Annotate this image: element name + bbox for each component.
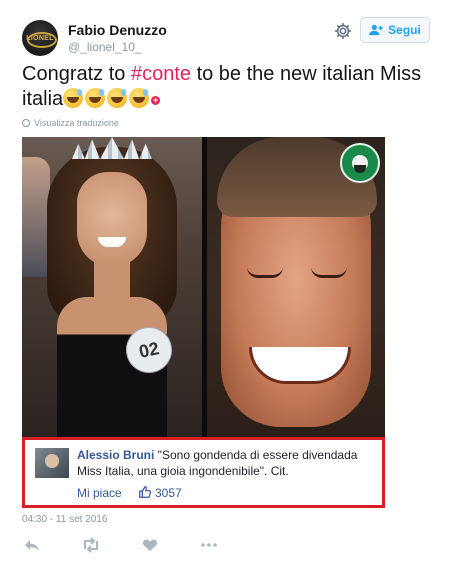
eye-shape xyxy=(311,267,347,278)
translate-link[interactable]: Visualizza traduzione xyxy=(22,118,119,128)
plus-icon: + xyxy=(151,95,161,105)
like-icon[interactable] xyxy=(142,537,158,553)
thumbs-up-icon xyxy=(138,485,152,499)
commenter-avatar xyxy=(35,448,69,478)
avatar-logo-text: LIONEL xyxy=(26,35,54,42)
grinning-sweat-emoji xyxy=(85,88,106,108)
tweet-text: Congratz to #conte to be the new italian… xyxy=(22,62,432,112)
tweet-text-before: Congratz to xyxy=(22,63,131,85)
conte-photo xyxy=(207,137,385,442)
overlay-comment-box: Alessio Bruni "Sono gondenda di essere d… xyxy=(22,437,385,508)
eye-shape xyxy=(247,267,283,278)
logo-beard xyxy=(354,165,366,173)
tweet-actions xyxy=(22,537,432,557)
follow-button[interactable]: Segui xyxy=(360,17,430,43)
comment-text: Alessio Bruni "Sono gondenda di essere d… xyxy=(77,447,377,479)
follow-label: Segui xyxy=(388,23,421,37)
tweet-media-image[interactable]: 02 Alessio Bruni "Sono gondenda di esser… xyxy=(22,137,385,508)
watermark-logo-icon xyxy=(340,143,380,183)
reply-icon[interactable] xyxy=(24,537,40,553)
author-name[interactable]: Fabio Denuzzo xyxy=(68,22,167,38)
hashtag-link[interactable]: #conte xyxy=(131,63,191,85)
commenter-name: Alessio Bruni xyxy=(77,448,155,462)
gear-icon[interactable] xyxy=(333,21,353,41)
more-icon[interactable] xyxy=(200,537,218,553)
comment-like-count: 3057 xyxy=(155,486,182,500)
grinning-sweat-emoji xyxy=(129,88,150,108)
miss-italia-photo: 02 xyxy=(22,137,202,442)
face-shape xyxy=(77,172,147,267)
grinning-sweat-emoji xyxy=(107,88,128,108)
translate-label: Visualizza traduzione xyxy=(34,118,119,128)
background-person xyxy=(22,157,50,277)
comment-like-label: Mi piace xyxy=(77,486,122,500)
neck-shape xyxy=(94,262,130,302)
globe-icon xyxy=(22,119,30,127)
add-user-icon xyxy=(369,24,384,36)
grinning-sweat-emoji xyxy=(63,88,84,108)
retweet-icon[interactable] xyxy=(82,537,98,553)
author-handle[interactable]: @_lionel_10_ xyxy=(68,40,142,54)
tweet-timestamp[interactable]: 04:30 - 11 set 2016 xyxy=(22,514,107,525)
author-avatar[interactable]: LIONEL xyxy=(22,20,58,56)
